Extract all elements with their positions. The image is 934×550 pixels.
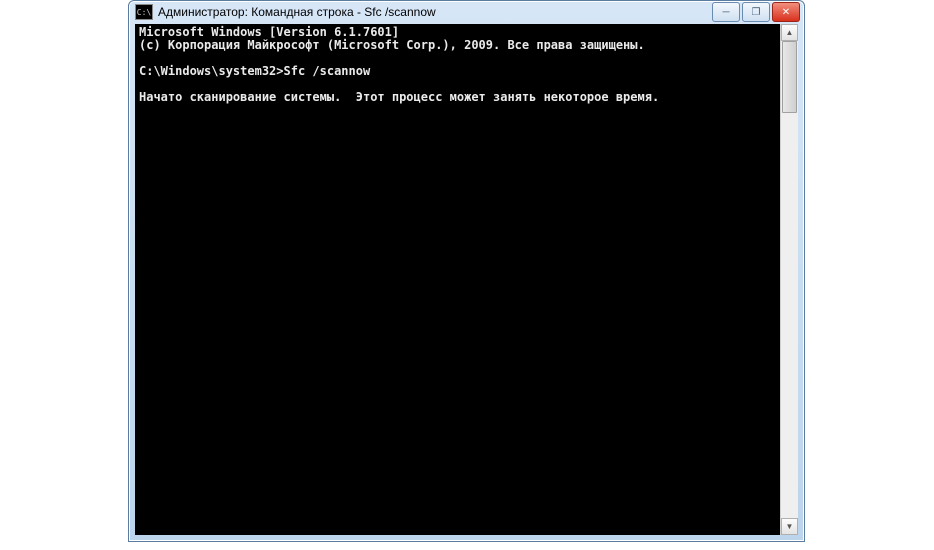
console-line: Microsoft Windows [Version 6.1.7601] — [139, 25, 399, 39]
scroll-thumb[interactable] — [782, 41, 797, 113]
app-icon: C:\ — [135, 4, 153, 20]
console-output[interactable]: Microsoft Windows [Version 6.1.7601] (c)… — [135, 24, 780, 535]
console-command: Sfc /scannow — [284, 64, 371, 78]
scroll-up-button[interactable]: ▲ — [781, 24, 798, 41]
maximize-button[interactable]: ❐ — [742, 2, 770, 22]
console-line: (c) Корпорация Майкрософт (Microsoft Cor… — [139, 38, 645, 52]
console-prompt: C:\Windows\system32> — [139, 64, 284, 78]
scroll-track[interactable] — [781, 41, 798, 518]
client-area: Microsoft Windows [Version 6.1.7601] (c)… — [135, 24, 798, 535]
window-title: Администратор: Командная строка - Sfc /s… — [158, 5, 802, 19]
scroll-down-button[interactable]: ▼ — [781, 518, 798, 535]
close-button[interactable]: ✕ — [772, 2, 800, 22]
window-controls: ─ ❐ ✕ — [712, 2, 800, 22]
console-line: Начато сканирование системы. Этот процес… — [139, 90, 659, 104]
titlebar[interactable]: C:\ Администратор: Командная строка - Sf… — [129, 1, 804, 23]
command-prompt-window: C:\ Администратор: Командная строка - Sf… — [128, 0, 805, 542]
minimize-button[interactable]: ─ — [712, 2, 740, 22]
vertical-scrollbar[interactable]: ▲ ▼ — [780, 24, 798, 535]
